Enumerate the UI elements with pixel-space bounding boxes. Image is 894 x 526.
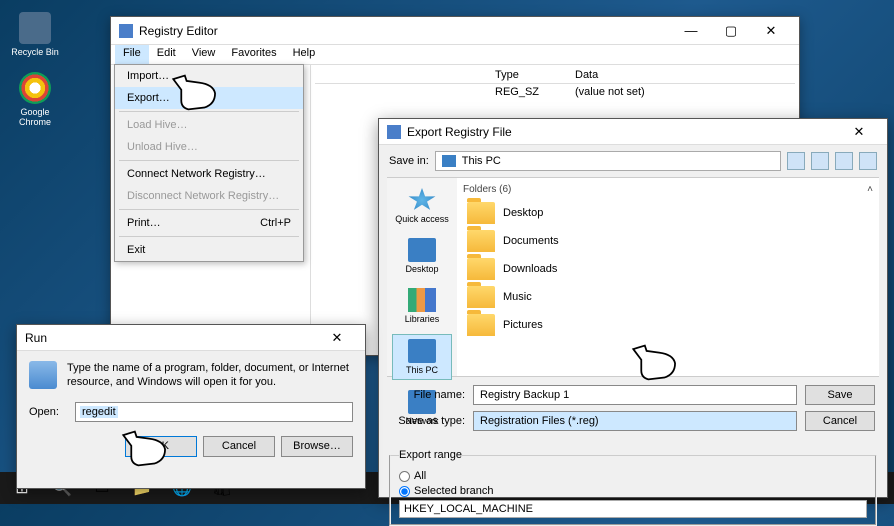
- folder-item[interactable]: Desktop: [463, 199, 873, 227]
- chevron-up-icon[interactable]: ˄: [867, 184, 873, 195]
- place-desktop[interactable]: Desktop: [392, 234, 452, 278]
- desktop-icon-label: Recycle Bin: [10, 47, 60, 57]
- menu-item-import[interactable]: Import…: [115, 65, 303, 87]
- star-icon: [408, 188, 436, 212]
- cancel-button[interactable]: Cancel: [805, 411, 875, 431]
- list-header-data: Data: [575, 69, 598, 81]
- filename-input[interactable]: Registry Backup 1: [473, 385, 797, 405]
- places-bar: Quick access Desktop Libraries This PC N…: [387, 178, 457, 376]
- view-icon[interactable]: [859, 152, 877, 170]
- run-dialog: Run ✕ Type the name of a program, folder…: [16, 324, 366, 489]
- range-selected-radio[interactable]: [399, 486, 410, 497]
- titlebar[interactable]: Registry Editor — ▢ ✕: [111, 17, 799, 45]
- dialog-title: Run: [25, 331, 317, 345]
- file-menu-dropdown: Import… Export… Load Hive… Unload Hive… …: [114, 64, 304, 262]
- list-header-type: Type: [495, 69, 575, 81]
- range-all-radio[interactable]: [399, 471, 410, 482]
- menu-item-export[interactable]: Export…: [115, 87, 303, 109]
- savetype-label: Save as type:: [391, 415, 465, 427]
- place-libraries[interactable]: Libraries: [392, 284, 452, 328]
- pc-icon: [442, 155, 456, 167]
- export-range-title: Export range: [399, 449, 462, 461]
- dialog-title: Export Registry File: [407, 125, 839, 139]
- menu-item-print[interactable]: Print…Ctrl+P: [115, 212, 303, 234]
- folder-icon: [467, 314, 495, 336]
- export-registry-dialog: Export Registry File ✕ Save in: This PC …: [378, 118, 888, 498]
- folder-icon: [467, 230, 495, 252]
- menu-item-unload-hive: Unload Hive…: [115, 136, 303, 158]
- filename-label: File name:: [391, 389, 465, 401]
- menubar: File Edit View Favorites Help: [111, 45, 799, 65]
- desktop-icon-chrome[interactable]: Google Chrome: [10, 72, 60, 127]
- desktop-icon-label: Google Chrome: [10, 107, 60, 127]
- folder-item[interactable]: Music: [463, 283, 873, 311]
- folder-item[interactable]: Documents: [463, 227, 873, 255]
- open-label: Open:: [29, 406, 67, 418]
- up-icon[interactable]: [811, 152, 829, 170]
- save-button[interactable]: Save: [805, 385, 875, 405]
- menu-edit[interactable]: Edit: [149, 45, 184, 64]
- folder-item[interactable]: Downloads: [463, 255, 873, 283]
- list-cell-data: (value not set): [575, 86, 645, 98]
- browse-button[interactable]: Browse…: [281, 436, 353, 457]
- close-button[interactable]: ✕: [317, 325, 357, 351]
- list-header-name: [315, 69, 495, 81]
- menu-item-load-hive: Load Hive…: [115, 114, 303, 136]
- folder-icon: [467, 258, 495, 280]
- place-quick-access[interactable]: Quick access: [392, 184, 452, 228]
- save-in-label: Save in:: [389, 155, 429, 167]
- libraries-icon: [408, 288, 436, 312]
- chrome-icon: [19, 72, 51, 104]
- list-cell-type: REG_SZ: [495, 86, 575, 98]
- place-this-pc[interactable]: This PC: [392, 334, 452, 380]
- menu-item-connect[interactable]: Connect Network Registry…: [115, 163, 303, 185]
- desktop-icon-recycle[interactable]: Recycle Bin: [10, 12, 60, 57]
- menu-item-exit[interactable]: Exit: [115, 239, 303, 261]
- folder-item[interactable]: Pictures: [463, 311, 873, 339]
- cancel-button[interactable]: Cancel: [203, 436, 275, 457]
- pc-icon: [408, 339, 436, 363]
- menu-view[interactable]: View: [184, 45, 224, 64]
- save-in-value: This PC: [462, 155, 501, 167]
- recycle-bin-icon: [19, 12, 51, 44]
- list-row[interactable]: REG_SZ (value not set): [315, 86, 795, 98]
- save-in-combo[interactable]: This PC: [435, 151, 781, 171]
- close-button[interactable]: ✕: [751, 18, 791, 44]
- run-description: Type the name of a program, folder, docu…: [67, 361, 353, 390]
- close-button[interactable]: ✕: [839, 119, 879, 145]
- ok-button[interactable]: OK: [125, 436, 197, 457]
- folder-icon: [467, 202, 495, 224]
- minimize-button[interactable]: —: [671, 18, 711, 44]
- newfolder-icon[interactable]: [835, 152, 853, 170]
- menu-favorites[interactable]: Favorites: [223, 45, 284, 64]
- window-title: Registry Editor: [139, 24, 671, 38]
- regedit-icon: [387, 125, 401, 139]
- branch-input[interactable]: HKEY_LOCAL_MACHINE: [399, 500, 867, 518]
- savetype-combo[interactable]: Registration Files (*.reg): [473, 411, 797, 431]
- folders-header: Folders (6): [463, 184, 511, 195]
- folder-icon: [467, 286, 495, 308]
- regedit-icon: [119, 24, 133, 38]
- run-icon: [29, 361, 57, 389]
- desktop-icon: [408, 238, 436, 262]
- maximize-button[interactable]: ▢: [711, 18, 751, 44]
- menu-file[interactable]: File: [115, 45, 149, 64]
- menu-help[interactable]: Help: [285, 45, 324, 64]
- back-icon[interactable]: [787, 152, 805, 170]
- open-input[interactable]: regedit: [75, 402, 353, 422]
- folder-list[interactable]: Folders (6) ˄ Desktop Documents Downloads…: [457, 178, 879, 376]
- menu-item-disconnect: Disconnect Network Registry…: [115, 185, 303, 207]
- export-range-group: Export range All Selected branch HKEY_LO…: [389, 449, 877, 526]
